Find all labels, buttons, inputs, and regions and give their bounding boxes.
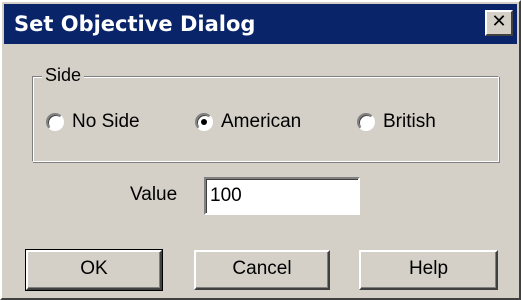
radio-no-side[interactable]: No Side — [46, 109, 140, 135]
set-objective-dialog: Set Objective Dialog ✕ Side No Side Amer… — [0, 0, 521, 300]
title-bar[interactable]: Set Objective Dialog ✕ — [4, 4, 517, 44]
ok-button[interactable]: OK — [25, 249, 163, 291]
dialog-title: Set Objective Dialog — [14, 12, 256, 36]
radio-british-label[interactable]: British — [383, 111, 436, 133]
radio-american-label[interactable]: American — [221, 111, 301, 133]
side-group-label: Side — [42, 64, 85, 86]
value-label: Value — [130, 184, 178, 205]
close-button[interactable]: ✕ — [485, 10, 513, 36]
radio-american-circle[interactable] — [195, 113, 213, 131]
radio-no-side-circle[interactable] — [46, 113, 64, 131]
radio-british[interactable]: British — [357, 109, 436, 135]
radio-no-side-label[interactable]: No Side — [72, 111, 140, 133]
help-button[interactable]: Help — [359, 250, 498, 290]
radio-selected-dot — [201, 119, 207, 125]
cancel-button[interactable]: Cancel — [194, 250, 330, 290]
radio-american[interactable]: American — [195, 109, 301, 135]
value-input[interactable] — [204, 177, 360, 215]
radio-british-circle[interactable] — [357, 113, 375, 131]
close-icon: ✕ — [491, 11, 507, 32]
